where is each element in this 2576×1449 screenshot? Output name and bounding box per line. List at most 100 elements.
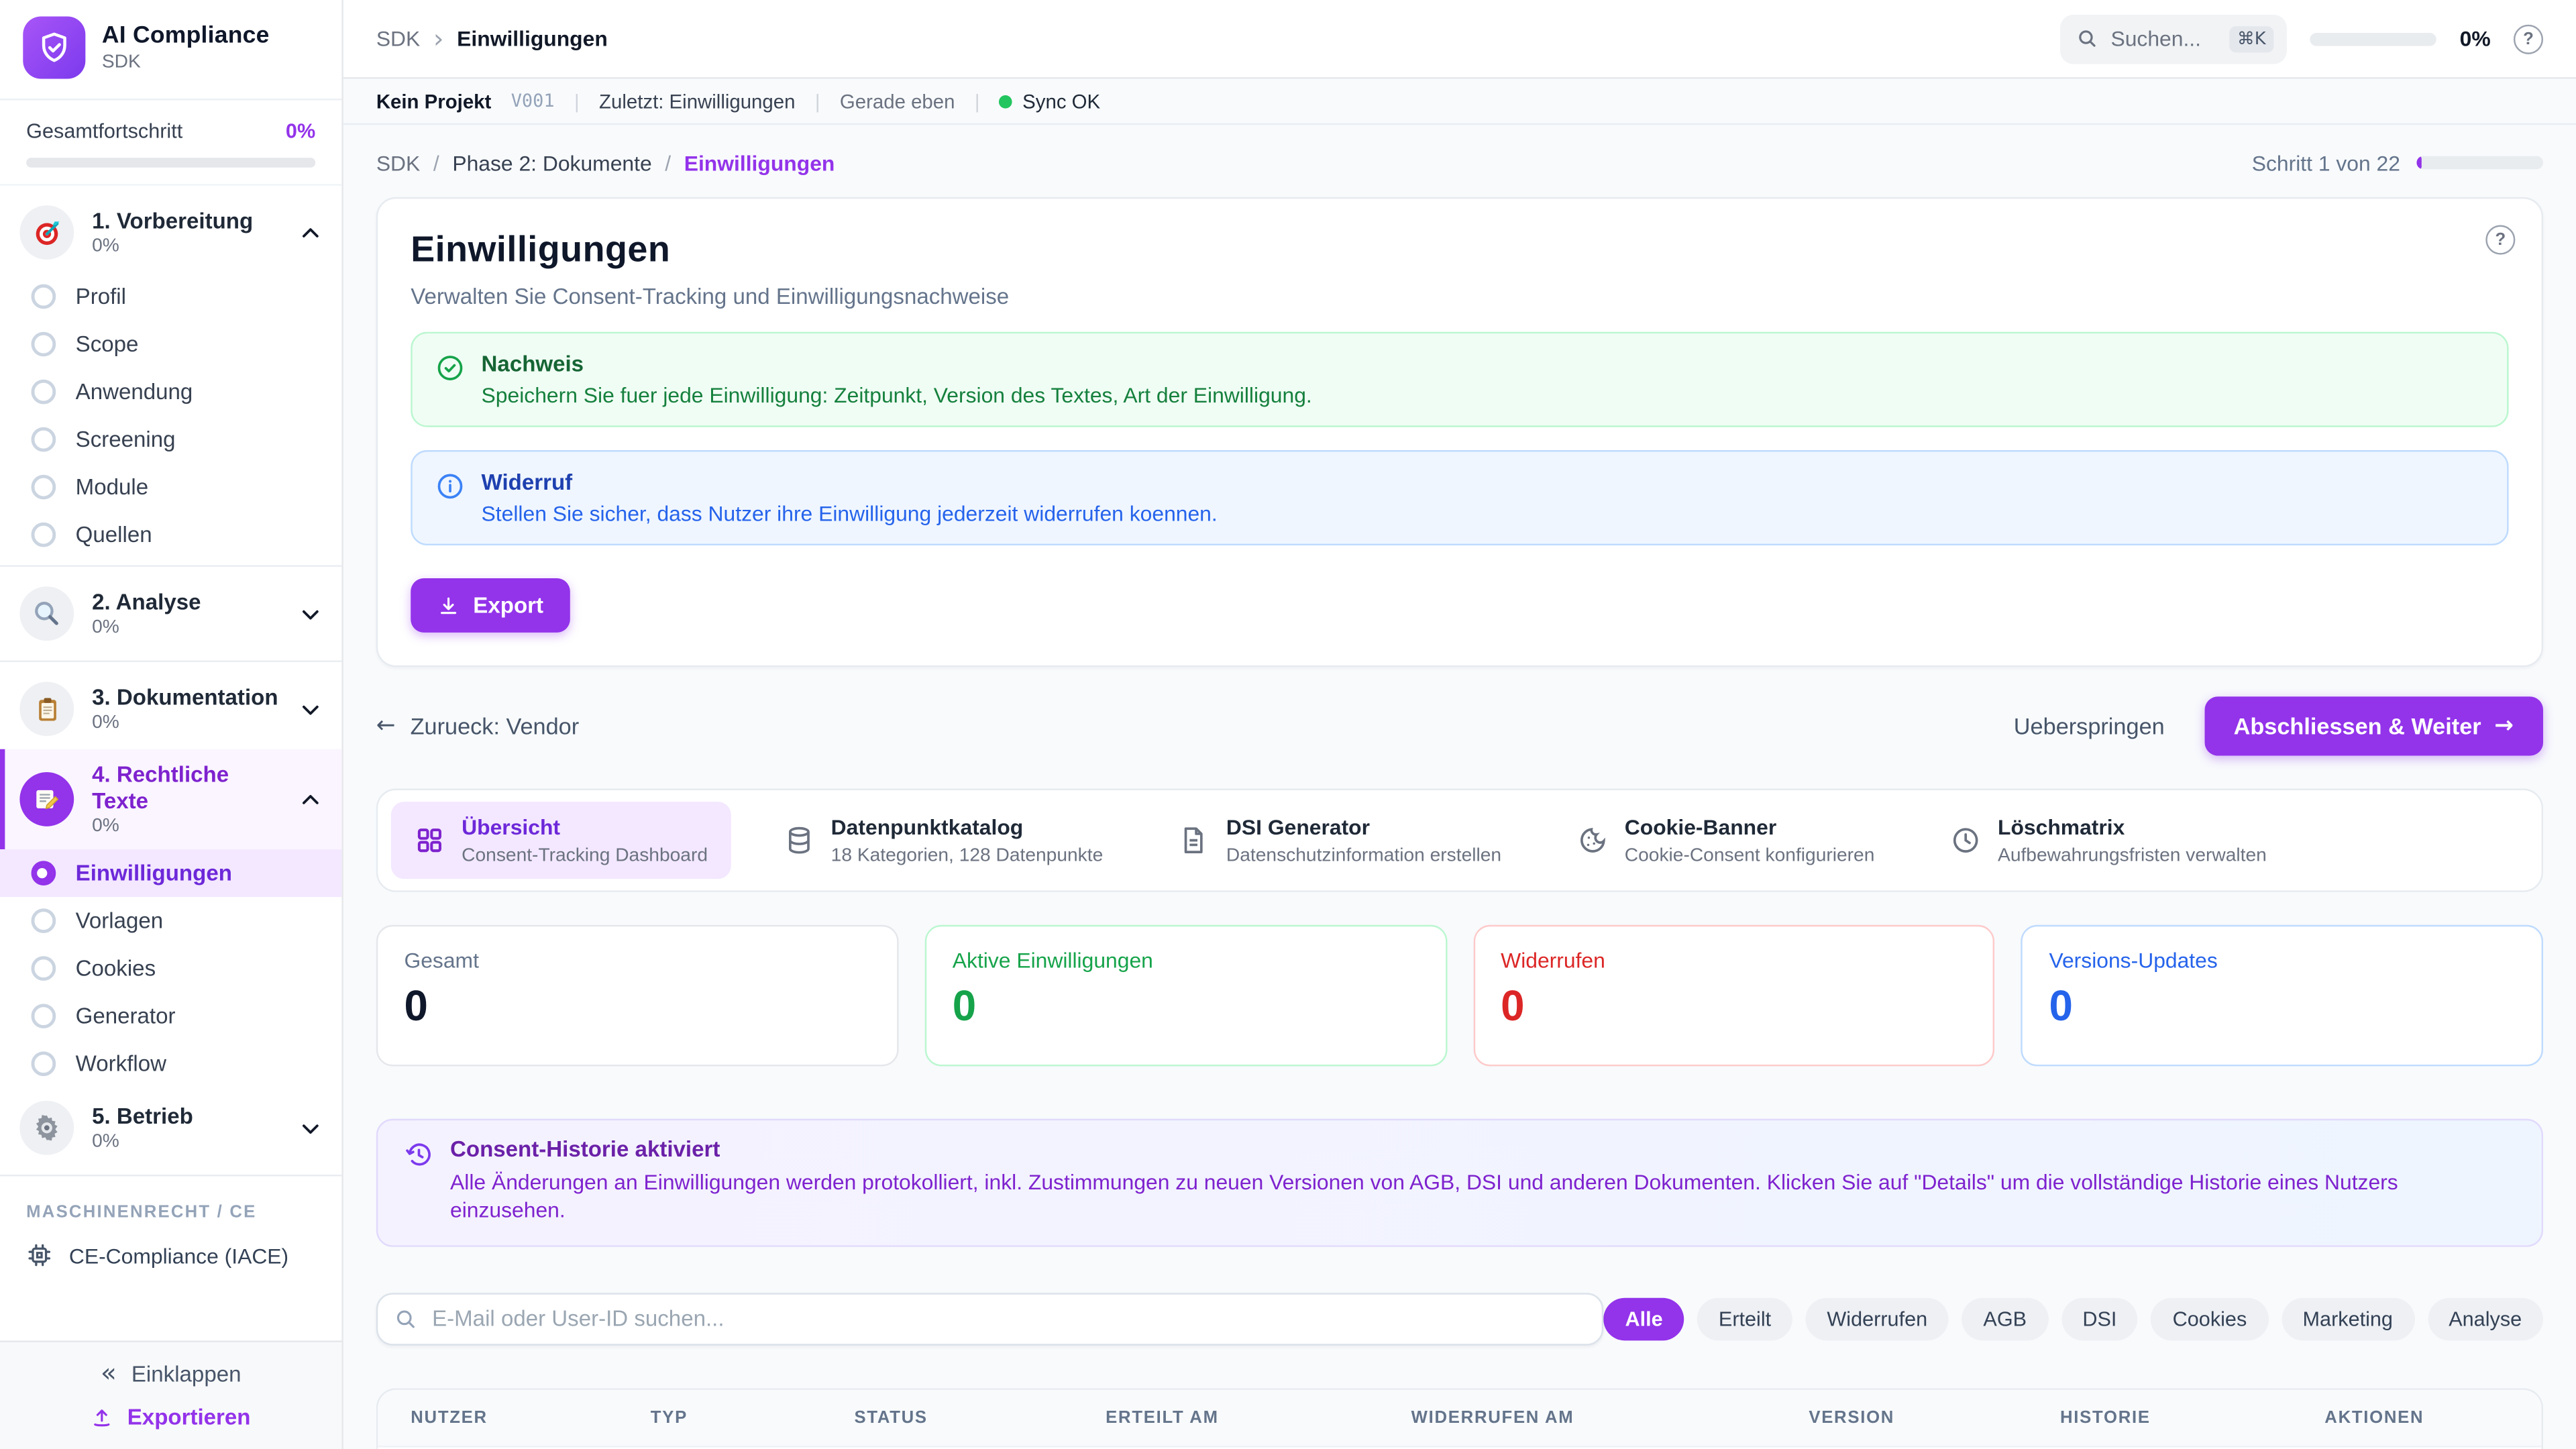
sidebar-section-dokumentation[interactable]: 3. Dokumentation 0% (0, 669, 341, 749)
sidebar-item-workflow[interactable]: Workflow (0, 1040, 341, 1087)
filter-pill-widerrufen[interactable]: Widerrufen (1806, 1297, 1949, 1340)
consent-history-banner: Consent-Historie aktiviert Alle Änderung… (376, 1118, 2543, 1246)
app-subtitle: SDK (102, 52, 270, 72)
memo-icon (19, 772, 74, 826)
sidebar-item-quellen[interactable]: Quellen (0, 511, 341, 559)
notice-nachweis: Nachweis Speichern Sie fuer jede Einwill… (411, 332, 2508, 427)
section-percent: 0% (92, 1132, 193, 1152)
main-area: SDK › Einwilligungen ⌘K 0% ? Kein Projek… (343, 0, 2576, 1449)
check-circle-icon (435, 354, 465, 408)
sidebar-section-betrieb[interactable]: 5. Betrieb 0% (0, 1087, 341, 1168)
double-chevron-left-icon: « (101, 1360, 117, 1387)
overall-progress: Gesamtfortschritt 0% (0, 100, 341, 185)
info-circle-icon (435, 472, 465, 526)
grid-icon (414, 824, 445, 856)
tab-datenpunktkatalog[interactable]: Datenpunktkatalog18 Kategorien, 128 Date… (760, 802, 1126, 878)
database-icon (784, 824, 815, 856)
gear-icon (19, 1101, 74, 1155)
section-percent: 0% (92, 618, 201, 637)
stat-versions-updates: Versions-Updates 0 (2021, 924, 2543, 1066)
chevron-down-icon (299, 698, 322, 720)
col-aktionen: AKTIONEN (2324, 1407, 2508, 1427)
radio-icon (32, 956, 56, 981)
radio-icon (32, 908, 56, 933)
overall-progress-label: Gesamtfortschritt (26, 120, 182, 143)
consent-hero-card: ? Einwilligungen Verwalten Sie Consent-T… (376, 197, 2543, 667)
notice-text: Speichern Sie fuer jede Einwilligung: Ze… (482, 383, 1312, 408)
divider: | (815, 89, 820, 112)
breadcrumb-phase[interactable]: Phase 2: Dokumente (452, 150, 651, 175)
breadcrumb-current-page: Einwilligungen (684, 150, 835, 175)
sidebar-item-cookies[interactable]: Cookies (0, 945, 341, 992)
target-icon (19, 205, 74, 260)
document-icon (1179, 824, 1210, 856)
breadcrumb-separator: / (665, 150, 671, 175)
global-search[interactable]: ⌘K (2060, 14, 2288, 63)
notice-title: Widerruf (482, 470, 1218, 494)
tab-loeschmatrix[interactable]: LöschmatrixAufbewahrungsfristen verwalte… (1927, 802, 2290, 878)
filter-pill-alle[interactable]: Alle (1604, 1297, 1684, 1340)
sidebar-footer: « Einklappen Exportieren (0, 1340, 341, 1449)
collapse-sidebar-button[interactable]: « Einklappen (101, 1360, 241, 1387)
banner-text: Alle Änderungen an Einwilligungen werden… (450, 1167, 2515, 1225)
statusbar: Kein Projekt V001 | Zuletzt: Einwilligun… (343, 79, 2576, 125)
arrow-right-icon: → (2494, 713, 2514, 739)
sidebar-item-generator[interactable]: Generator (0, 992, 341, 1040)
filter-pill-erteilt[interactable]: Erteilt (1697, 1297, 1792, 1340)
step-progress-bar (2416, 156, 2543, 170)
tab-uebersicht[interactable]: ÜbersichtConsent-Tracking Dashboard (391, 802, 731, 878)
global-search-input[interactable] (2110, 26, 2216, 51)
arrow-left-icon: ← (376, 713, 396, 739)
filter-pill-marketing[interactable]: Marketing (2282, 1297, 2414, 1340)
keyboard-shortcut-badge: ⌘K (2229, 25, 2274, 52)
card-help-icon[interactable]: ? (2485, 225, 2515, 255)
divider (0, 1175, 341, 1176)
filter-pill-analyse[interactable]: Analyse (2427, 1297, 2543, 1340)
breadcrumb-sdk[interactable]: SDK (376, 150, 420, 175)
page-title: Einwilligungen (411, 228, 2508, 271)
radio-icon (32, 1004, 56, 1028)
back-button[interactable]: ← Zurueck: Vendor (376, 713, 579, 739)
skip-button[interactable]: Ueberspringen (2014, 713, 2165, 739)
sidebar-item-anwendung[interactable]: Anwendung (0, 368, 341, 416)
page-content: SDK / Phase 2: Dokumente / Einwilligunge… (343, 125, 2576, 1449)
sidebar-item-screening[interactable]: Screening (0, 416, 341, 464)
subtabs-bar: ÜbersichtConsent-Tracking Dashboard Date… (376, 789, 2543, 892)
radio-icon (32, 1051, 56, 1076)
sidebar-section-vorbereitung[interactable]: 1. Vorbereitung 0% (0, 193, 341, 273)
filter-pill-cookies[interactable]: Cookies (2151, 1297, 2268, 1340)
sidebar-section-rechtliche-texte[interactable]: 4. Rechtliche Texte 0% (0, 749, 341, 849)
chevron-up-icon (299, 221, 322, 244)
sidebar-item-einwilligungen[interactable]: Einwilligungen (0, 849, 341, 897)
overall-progress-value: 0% (286, 120, 315, 143)
section-title: 1. Vorbereitung (92, 208, 253, 233)
export-button[interactable]: Export (411, 578, 570, 633)
radio-icon (32, 427, 56, 452)
help-icon[interactable]: ? (2514, 24, 2543, 54)
sidebar-item-vorlagen[interactable]: Vorlagen (0, 897, 341, 945)
filter-pill-dsi[interactable]: DSI (2061, 1297, 2139, 1340)
table-header-row: NUTZER TYP STATUS ERTEILT AM WIDERRUFEN … (378, 1389, 2541, 1447)
section-title: 3. Dokumentation (92, 685, 278, 710)
sidebar-section-analyse[interactable]: 2. Analyse 0% (0, 574, 341, 654)
divider (0, 565, 341, 566)
project-name: Kein Projekt (376, 89, 492, 112)
finish-next-button[interactable]: Abschliessen & Weiter → (2204, 696, 2543, 755)
filter-pill-agb[interactable]: AGB (1962, 1297, 2048, 1340)
sidebar-item-ce-compliance[interactable]: CE-Compliance (IACE) (0, 1230, 341, 1279)
breadcrumb-root[interactable]: SDK (376, 26, 420, 51)
sidebar-export-button[interactable]: Exportieren (91, 1405, 251, 1430)
tab-cookie-banner[interactable]: Cookie-BannerCookie-Consent konfiguriere… (1554, 802, 1897, 878)
history-icon (404, 1140, 433, 1226)
sidebar-item-scope[interactable]: Scope (0, 321, 341, 368)
app-logo-row: AI Compliance SDK (0, 0, 341, 100)
sidebar-item-profil[interactable]: Profil (0, 273, 341, 321)
user-search-input[interactable] (376, 1293, 1604, 1345)
breadcrumb-chevron-icon: › (433, 23, 444, 54)
chevron-up-icon (299, 788, 322, 810)
search-icon (2076, 28, 2098, 50)
tab-dsi-generator[interactable]: DSI GeneratorDatenschutzinformation erst… (1156, 802, 1525, 878)
section-percent: 0% (92, 816, 281, 836)
sidebar-item-module[interactable]: Module (0, 464, 341, 511)
divider: | (574, 89, 580, 112)
